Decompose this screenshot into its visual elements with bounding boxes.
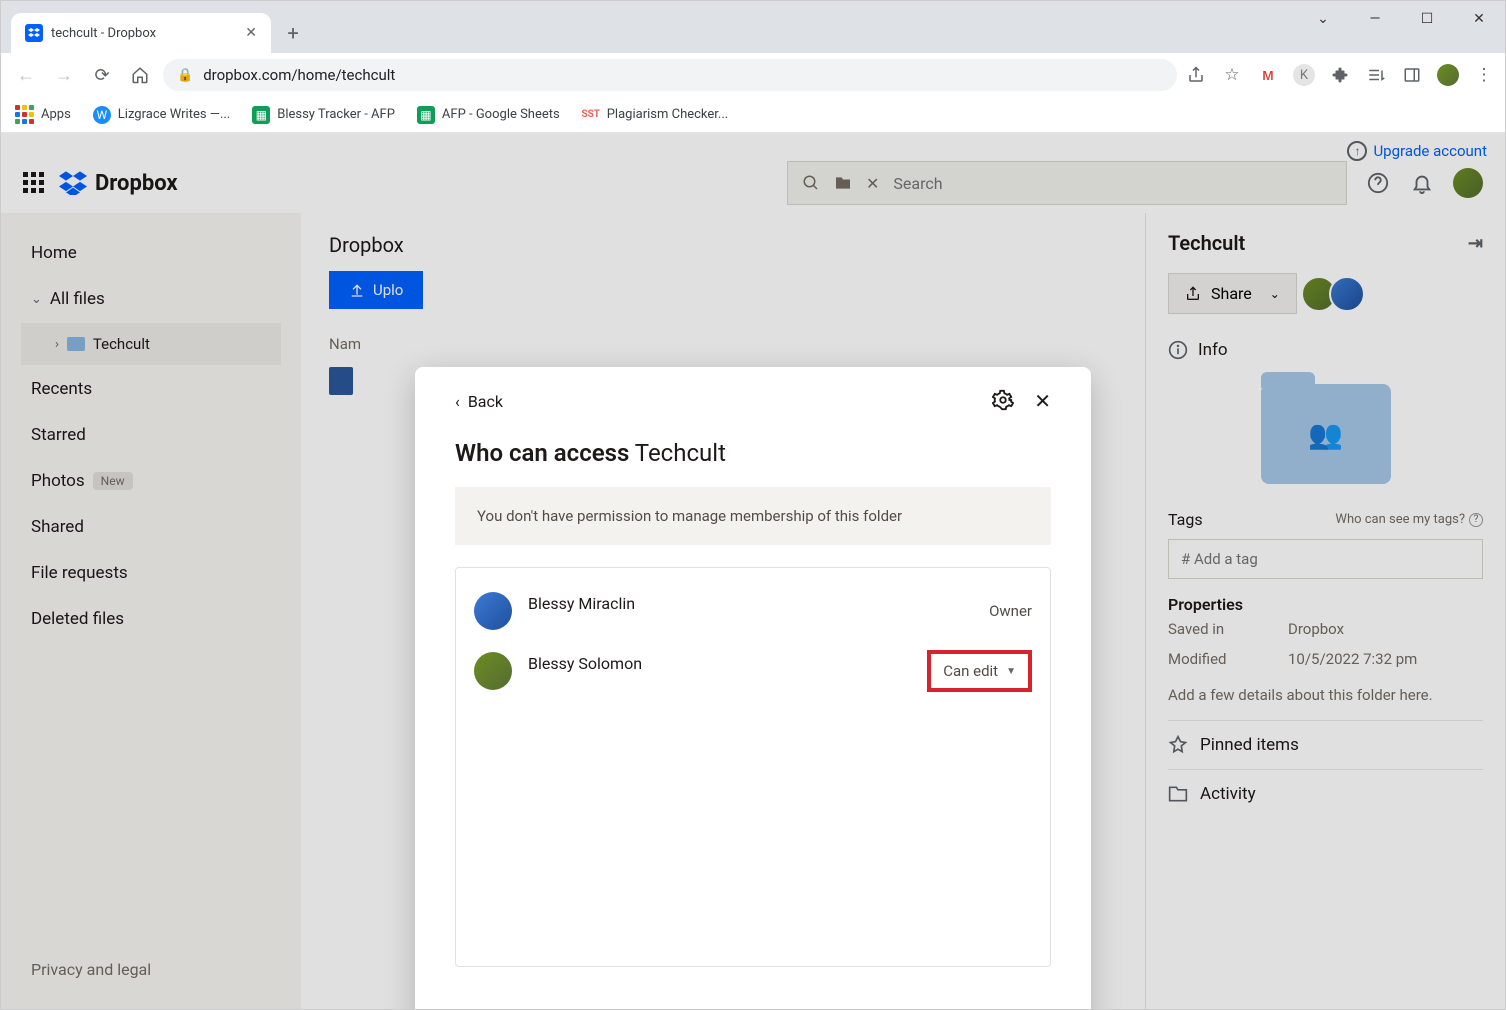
chevron-left-icon: ‹ — [455, 392, 460, 411]
browser-tab[interactable]: techcult - Dropbox ✕ — [11, 13, 271, 53]
bookmark-label: AFP - Google Sheets — [442, 107, 560, 122]
share-page-icon[interactable] — [1185, 64, 1207, 86]
profile-k-icon[interactable]: K — [1293, 64, 1315, 86]
close-modal-icon[interactable]: ✕ — [1034, 389, 1051, 413]
minimize-button[interactable]: — — [1349, 1, 1401, 37]
tabs-dropdown-icon[interactable]: ⌄ — [1297, 1, 1349, 37]
window-controls: ⌄ — ☐ ✕ — [1297, 1, 1505, 37]
url-input[interactable]: 🔒 dropbox.com/home/techcult — [163, 59, 1177, 91]
sst-icon: SST — [582, 106, 600, 124]
url-text: dropbox.com/home/techcult — [203, 66, 395, 84]
wordpress-icon: W — [93, 106, 111, 124]
bookmark-label: Plagiarism Checker... — [607, 107, 728, 122]
caret-down-icon: ▼ — [1006, 666, 1016, 677]
lock-icon: 🔒 — [177, 68, 193, 83]
apps-grid-icon — [15, 105, 34, 124]
dropbox-favicon — [25, 24, 43, 42]
address-bar: ← → ⟳ 🔒 dropbox.com/home/techcult ☆ ᴍ K — [1, 53, 1505, 97]
member-name: Blessy Solomon — [528, 654, 748, 673]
permission-label: Can edit — [943, 662, 998, 680]
home-icon[interactable] — [125, 60, 155, 90]
bookmarks-bar: Apps W Lizgrace Writes —... ▦ Blessy Tra… — [1, 97, 1505, 133]
member-row: Blessy Solomon Can edit ▼ — [474, 640, 1032, 702]
member-email-redacted — [528, 673, 748, 689]
bookmark-label: Apps — [41, 107, 71, 122]
chrome-menu-icon[interactable]: ⋮ — [1473, 64, 1495, 86]
bookmark-afp[interactable]: ▦ AFP - Google Sheets — [417, 106, 560, 124]
bookmark-plagiarism[interactable]: SST Plagiarism Checker... — [582, 106, 728, 124]
permission-dropdown[interactable]: Can edit ▼ — [927, 650, 1032, 692]
permission-notice: You don't have permission to manage memb… — [455, 487, 1051, 545]
browser-titlebar: techcult - Dropbox ✕ + ⌄ — ☐ ✕ — [1, 1, 1505, 53]
reading-list-icon[interactable] — [1365, 64, 1387, 86]
browser-window: techcult - Dropbox ✕ + ⌄ — ☐ ✕ ← → ⟳ 🔒 d… — [0, 0, 1506, 1010]
modal-back-button[interactable]: ‹ Back — [455, 392, 503, 411]
modal-title: Who can access Techcult — [455, 439, 1051, 467]
member-name: Blessy Miraclin — [528, 594, 748, 613]
back-label: Back — [468, 392, 503, 411]
tab-title: techcult - Dropbox — [51, 26, 237, 41]
nav-forward-icon[interactable]: → — [49, 60, 79, 90]
apps-bookmark[interactable]: Apps — [15, 105, 71, 124]
bookmark-blessy-tracker[interactable]: ▦ Blessy Tracker - AFP — [252, 106, 395, 124]
mcafee-icon[interactable]: ᴍ — [1257, 64, 1279, 86]
bookmark-label: Blessy Tracker - AFP — [277, 107, 395, 122]
nav-back-icon[interactable]: ← — [11, 60, 41, 90]
member-role-owner: Owner — [989, 602, 1032, 620]
tab-close-icon[interactable]: ✕ — [245, 25, 257, 41]
share-access-modal: ‹ Back ✕ Who can access Techcult You don… — [415, 367, 1091, 1009]
browser-profile-avatar[interactable] — [1437, 64, 1459, 86]
member-avatar — [474, 652, 512, 690]
side-panel-icon[interactable] — [1401, 64, 1423, 86]
member-email-redacted — [528, 613, 748, 629]
reload-icon[interactable]: ⟳ — [87, 60, 117, 90]
member-avatar — [474, 592, 512, 630]
bookmark-lizgrace[interactable]: W Lizgrace Writes —... — [93, 106, 230, 124]
members-list: Blessy Miraclin Owner Blessy Solomon Can… — [455, 567, 1051, 967]
star-bookmark-icon[interactable]: ☆ — [1221, 64, 1243, 86]
settings-gear-icon[interactable] — [992, 389, 1014, 413]
maximize-button[interactable]: ☐ — [1401, 1, 1453, 37]
sheets-icon: ▦ — [417, 106, 435, 124]
extensions-icon[interactable] — [1329, 64, 1351, 86]
bookmark-label: Lizgrace Writes —... — [118, 107, 230, 122]
sheets-icon: ▦ — [252, 106, 270, 124]
dropbox-app: ↑ Upgrade account Dropbox — [1, 133, 1505, 1009]
new-tab-button[interactable]: + — [277, 17, 309, 49]
member-row: Blessy Miraclin Owner — [474, 582, 1032, 640]
close-window-button[interactable]: ✕ — [1453, 1, 1505, 37]
